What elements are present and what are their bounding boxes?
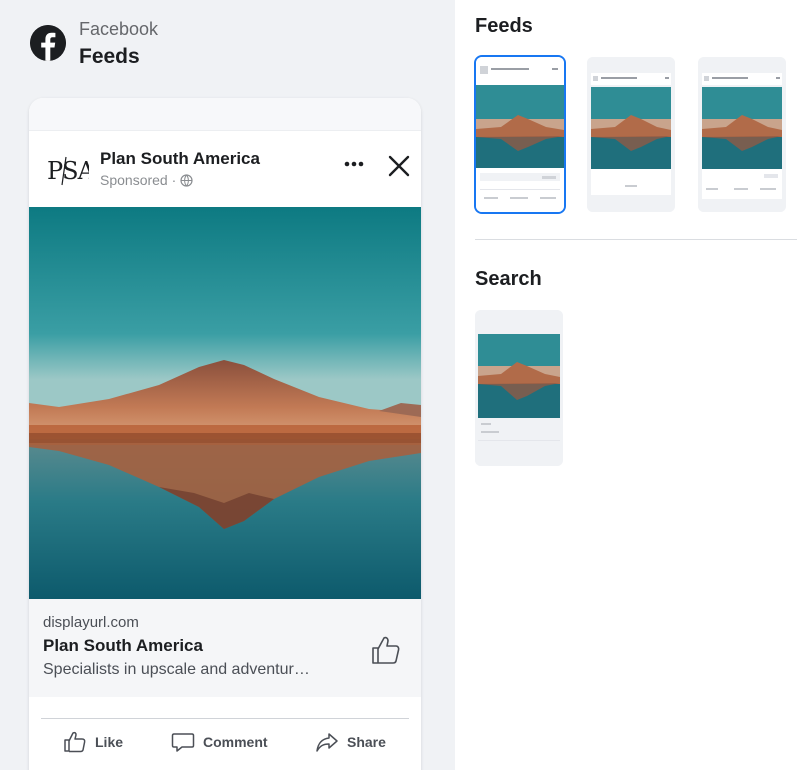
advertiser-logo: PSA [47, 153, 97, 187]
placement-thumbnail-feed-3[interactable] [698, 57, 786, 212]
action-bar: Like Comment Share [41, 718, 409, 768]
like-label: Like [95, 734, 124, 750]
comment-icon [171, 731, 195, 753]
comment-label: Comment [203, 734, 268, 750]
ad-preview-pane: Facebook Feeds PSA Plan South America Sp… [0, 0, 455, 770]
link-area[interactable]: displayurl.com Plan South America Specia… [29, 599, 421, 697]
facebook-logo-icon [30, 25, 66, 61]
svg-text:PSA: PSA [47, 157, 89, 185]
advertiser-name[interactable]: Plan South America [100, 149, 260, 169]
section-divider [475, 239, 797, 240]
feeds-section-title: Feeds [475, 15, 533, 37]
share-button[interactable]: Share [315, 729, 386, 755]
close-icon[interactable] [386, 153, 412, 179]
more-options-icon[interactable] [341, 151, 367, 177]
placement-thumbnail-feed-1[interactable] [476, 57, 564, 212]
placement-name: Feeds [79, 45, 140, 68]
sponsored-label: Sponsored · [100, 172, 193, 190]
placement-thumbnail-search[interactable] [475, 310, 563, 466]
like-icon [63, 731, 87, 753]
placement-thumbnail-feed-2[interactable] [587, 57, 675, 212]
globe-icon [180, 174, 193, 190]
comment-button[interactable]: Comment [171, 729, 268, 755]
share-icon [315, 731, 339, 753]
ad-description: Specialists in upscale and adventur… [43, 661, 310, 678]
platform-name: Facebook [79, 19, 159, 39]
phone-status-area [29, 98, 421, 131]
like-page-icon[interactable] [369, 633, 403, 667]
ad-headline: Plan South America [43, 636, 203, 655]
ad-image[interactable] [29, 207, 421, 599]
like-button[interactable]: Like [63, 729, 123, 755]
share-label: Share [347, 734, 386, 750]
ad-preview-card: PSA Plan South America Sponsored · displ… [29, 98, 421, 770]
display-url: displayurl.com [43, 614, 139, 631]
post-header: PSA Plan South America Sponsored · [29, 131, 421, 207]
search-section-title: Search [475, 268, 542, 290]
